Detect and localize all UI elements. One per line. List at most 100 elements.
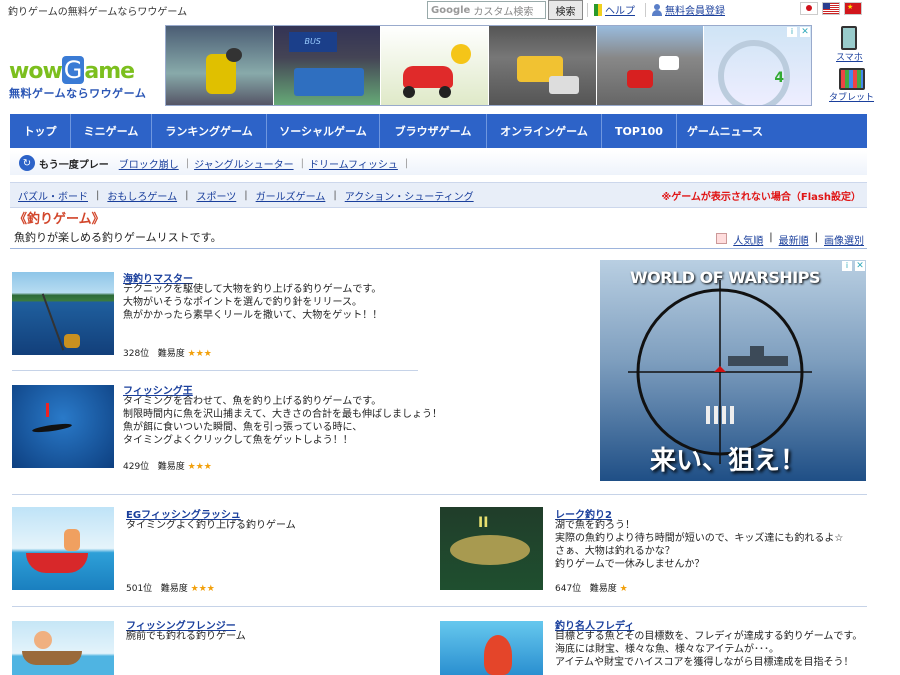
sort-newest[interactable]: 最新順: [779, 232, 809, 247]
replay-label: もう一度プレー: [39, 159, 109, 171]
popular-sort-icon: [716, 233, 728, 244]
game-rank: 429位 難易度 ★★★: [123, 459, 212, 472]
game-rank: 328位 難易度 ★★★: [123, 346, 212, 359]
divider: |: [333, 189, 337, 201]
game-description: 腕前でも釣れる釣りゲーム: [126, 631, 246, 642]
game-rank: 501位 難易度 ★★★: [126, 581, 215, 594]
divider: |: [185, 189, 189, 201]
bus-game-logo: BUS: [288, 32, 337, 52]
category-bar: パズル・ボード | おもしろゲーム | スポーツ | ガールズゲーム | アクション・シ…: [10, 182, 867, 208]
close-icon[interactable]: ✕: [855, 261, 865, 271]
banner-image-racing[interactable]: [596, 26, 705, 105]
adchoices-icon[interactable]: i: [842, 261, 852, 271]
tablet-label[interactable]: タブレット: [829, 90, 874, 103]
signup-link[interactable]: 無料会員登録: [652, 2, 725, 17]
nav-item-online[interactable]: オンラインゲーム: [487, 114, 602, 148]
replay-item[interactable]: ドリームフィッシュ: [309, 156, 398, 171]
divider: [587, 3, 588, 17]
site-logo[interactable]: wowGame 無料ゲームならワウゲーム: [9, 56, 146, 101]
category-link[interactable]: ガールズゲーム: [256, 188, 326, 203]
tablet-link[interactable]: タブレット: [829, 68, 874, 103]
difficulty-label: 難易度: [160, 584, 188, 594]
category-link[interactable]: おもしろゲーム: [107, 188, 177, 203]
china-flag-icon[interactable]: ★: [844, 2, 862, 15]
japan-flag-icon[interactable]: [800, 2, 818, 15]
divider: |: [185, 157, 190, 169]
search-placeholder: カスタム検索: [473, 6, 534, 18]
banner-image-bus[interactable]: BUS: [273, 26, 382, 105]
category-link[interactable]: パズル・ボード: [18, 188, 88, 203]
game-thumbnail[interactable]: [12, 272, 114, 355]
replay-item[interactable]: ブロック崩し: [119, 156, 179, 171]
sort-image[interactable]: 画像選別: [824, 232, 864, 247]
replay-icon: ↻: [19, 155, 35, 171]
banner-image-taxi[interactable]: [489, 26, 597, 105]
replay-bar: ↻ もう一度プレー ブロック崩し | ジャングルシューター | ドリームフィッシュ |: [10, 151, 867, 175]
difficulty-label: 難易度: [157, 349, 185, 359]
divider: [645, 3, 646, 17]
sidebar-ad[interactable]: WORLD OF WARSHIPS 来い、狙え！ i ✕: [600, 260, 866, 481]
logo-g: G: [61, 56, 85, 84]
search-brand: Google: [431, 4, 471, 16]
usa-flag-icon[interactable]: [822, 2, 840, 15]
divider: |: [96, 189, 100, 201]
nav-item-top[interactable]: トップ: [10, 114, 71, 148]
flash-settings-note[interactable]: ※ゲームが表示されない場合（Flash設定）: [662, 188, 862, 203]
banner-image-motorbike[interactable]: [166, 26, 274, 105]
nav-item-ranking[interactable]: ランキングゲーム: [152, 114, 267, 148]
adchoices-icon[interactable]: i: [787, 27, 797, 37]
user-icon: [652, 3, 662, 16]
banner-ad[interactable]: BUS 4 i ✕: [165, 25, 812, 106]
divider: [12, 606, 867, 607]
beginner-mark-icon: [594, 3, 602, 16]
logo-wow: wow: [9, 59, 63, 84]
nav-item-top100[interactable]: TOP100: [602, 114, 677, 148]
game-thumbnail[interactable]: [12, 507, 114, 590]
difficulty-stars: ★★★: [190, 584, 215, 594]
divider: |: [300, 157, 304, 169]
help-link[interactable]: ヘルプ: [594, 2, 635, 17]
difficulty-label: 難易度: [589, 584, 617, 594]
ad-brand: WORLD OF WARSHIPS: [630, 268, 820, 287]
game-thumbnail[interactable]: [12, 621, 114, 675]
difficulty-stars: ★★★: [187, 462, 212, 472]
help-label[interactable]: ヘルプ: [605, 2, 635, 17]
tablet-icon: [838, 68, 865, 90]
game-description: 湖で魚を釣ろう！ 実際の魚釣りより待ち時間が短いので、キッズ達にも釣れるよ☆ さ…: [555, 520, 844, 570]
banner-image-car[interactable]: [381, 26, 490, 105]
replay-item[interactable]: ジャングルシューター: [194, 156, 294, 171]
sort-popular[interactable]: 人気順: [733, 232, 763, 247]
divider: |: [244, 189, 248, 201]
divider: [12, 494, 867, 495]
banner-image-tunnel[interactable]: 4: [704, 26, 812, 105]
smartphone-icon: [841, 26, 858, 50]
category-link[interactable]: アクション・シューティング: [345, 188, 474, 203]
game-thumbnail[interactable]: [440, 621, 543, 675]
page-title: 《釣りゲーム》: [14, 212, 105, 227]
nav-item-minigame[interactable]: ミニゲーム: [71, 114, 152, 148]
game-description: タイミングよく釣り上げる釣りゲーム: [126, 520, 296, 531]
difficulty-stars: ★★★: [187, 349, 212, 359]
game-thumbnail[interactable]: [12, 385, 114, 468]
rank-value: 501位: [126, 584, 153, 594]
ad-slogan: 来い、狙え！: [650, 446, 807, 476]
logo-ame: ame: [84, 59, 135, 84]
difficulty-stars: ★: [619, 584, 628, 594]
divider: |: [404, 157, 409, 169]
category-link[interactable]: スポーツ: [196, 188, 236, 203]
sort-options: 人気順 | 最新順 | 画像選別: [716, 232, 864, 247]
smartphone-label[interactable]: スマホ: [836, 50, 863, 63]
search-input[interactable]: Google カスタム検索: [427, 1, 546, 19]
nav-item-browser[interactable]: ブラウザゲーム: [380, 114, 487, 148]
signup-label[interactable]: 無料会員登録: [665, 2, 725, 17]
site-tagline: 釣りゲームの無料ゲームならワウゲーム: [8, 7, 188, 18]
divider: |: [769, 232, 773, 243]
nav-item-social[interactable]: ソーシャルゲーム: [267, 114, 380, 148]
rank-value: 647位: [555, 584, 582, 594]
search-button[interactable]: 検索: [548, 0, 583, 20]
game-description: 目標とする魚とその目標数を、フレディが達成する釣りゲームです。 海底には財宝、様…: [555, 631, 863, 668]
close-icon[interactable]: ✕: [800, 27, 810, 37]
game-thumbnail[interactable]: II: [440, 507, 543, 590]
smartphone-link[interactable]: スマホ: [836, 26, 863, 63]
nav-item-news[interactable]: ゲームニュース: [677, 114, 773, 148]
